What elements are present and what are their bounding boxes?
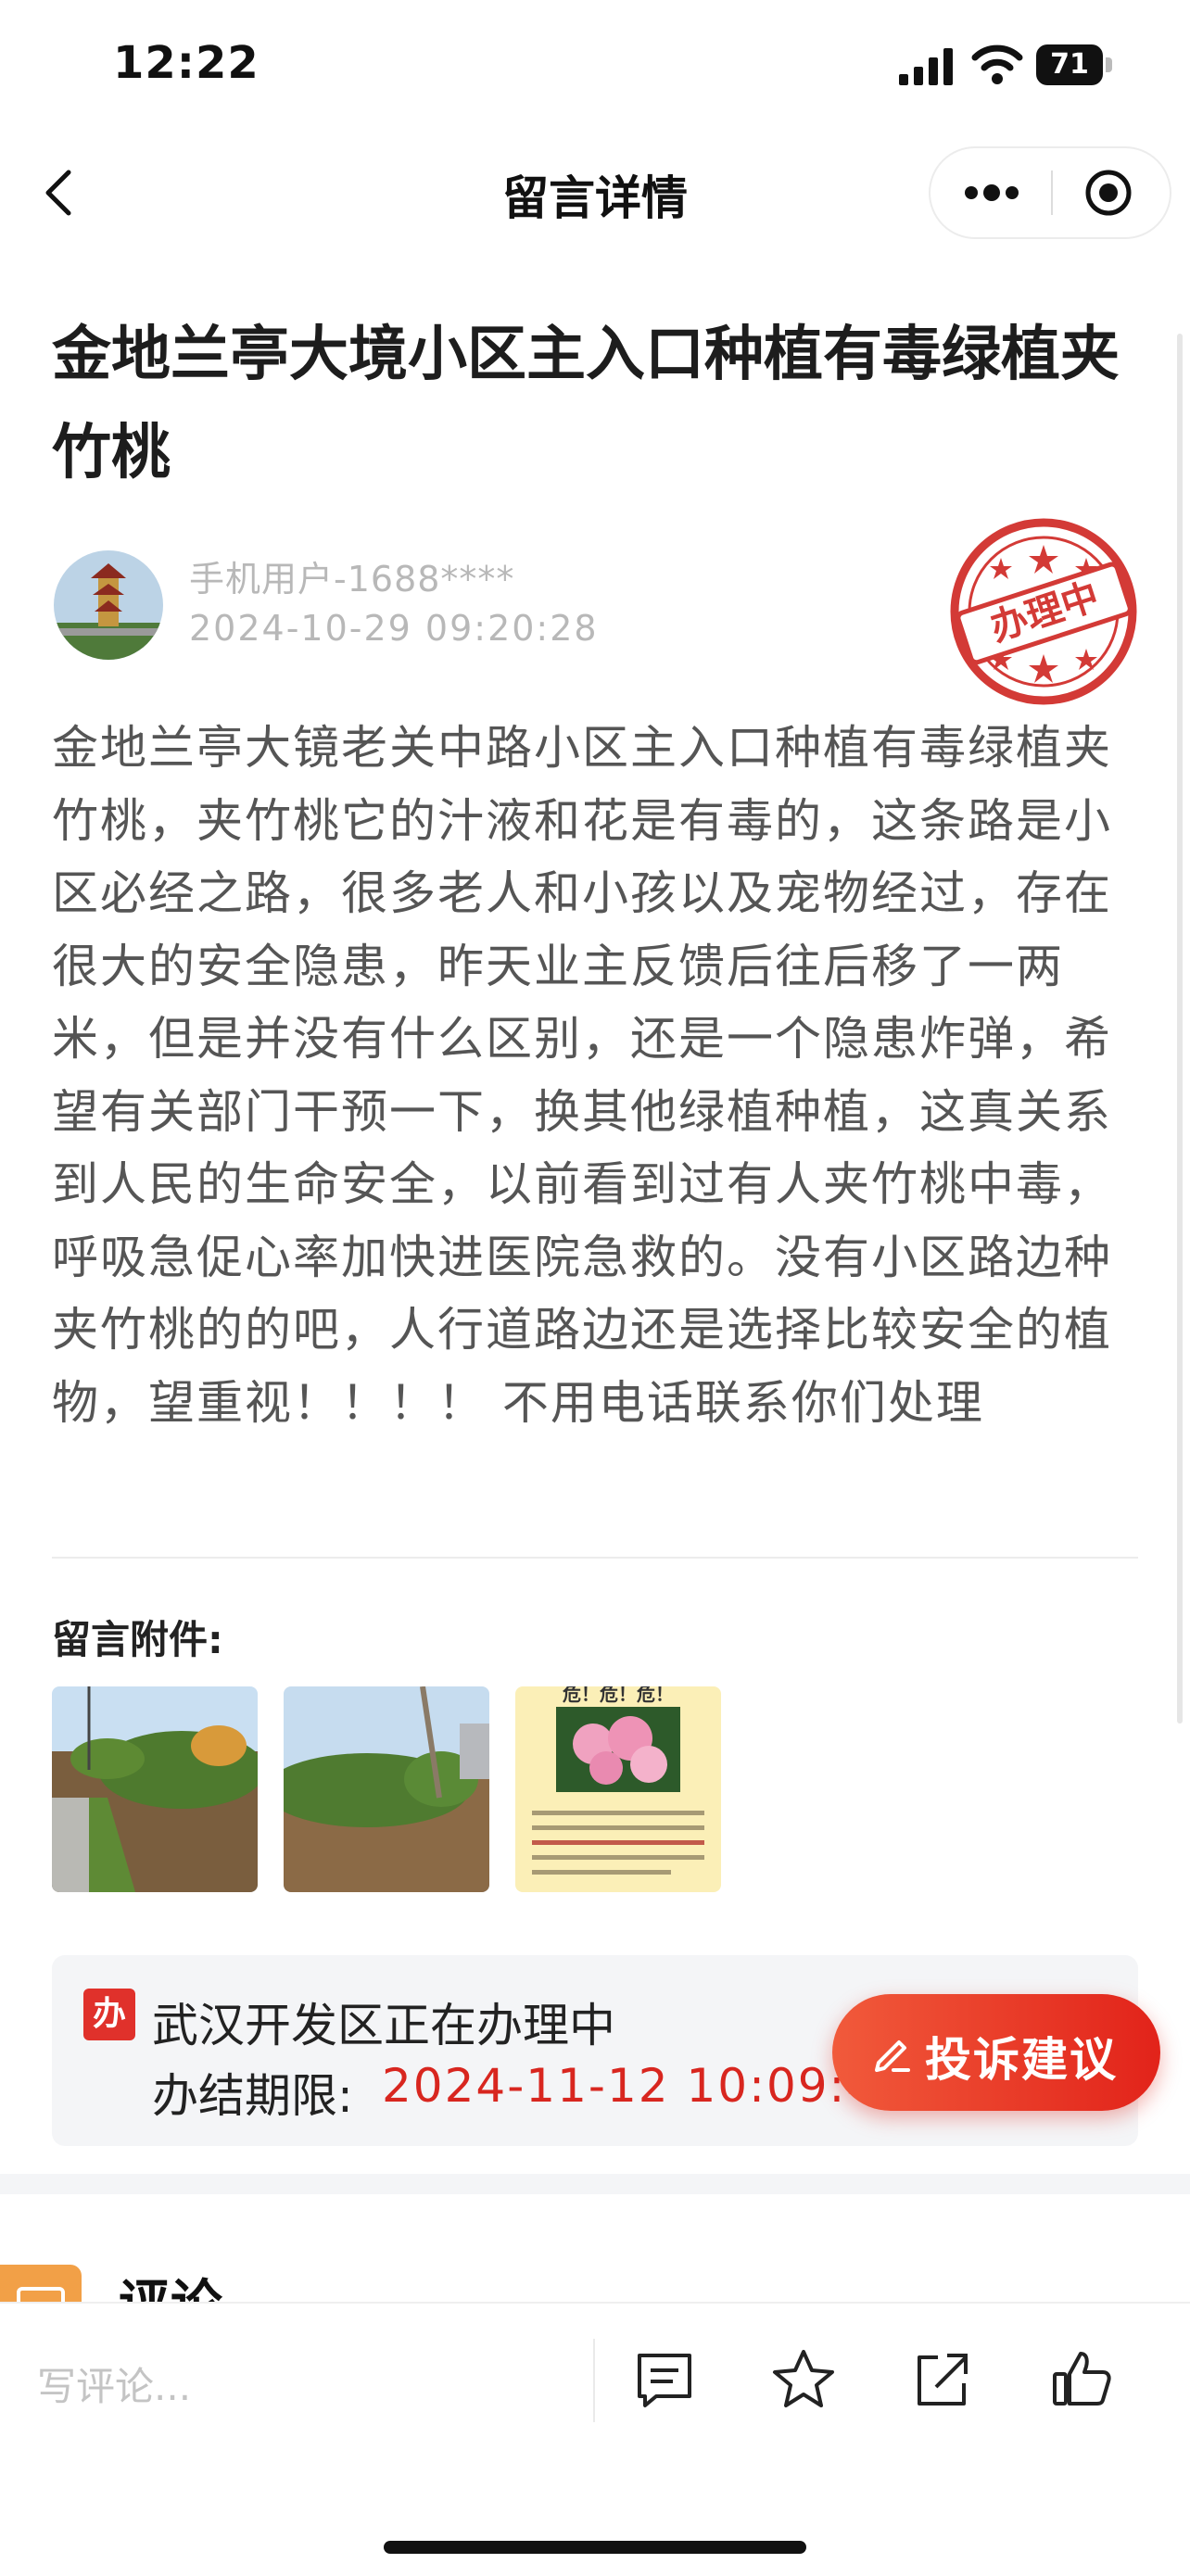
deadline-label: 办结期限: [152,2069,353,2123]
attachment-image-3[interactable]: 危！危！危！ [515,1686,721,1892]
divider [52,1557,1138,1559]
status-time: 12:22 [113,37,260,89]
scrollbar[interactable] [1177,334,1183,1724]
post-body: 金地兰亭大镜老关中路小区主入口种植有毒绿植夹竹桃，夹竹桃它的汁液和花是有毒的，这… [52,721,1112,1430]
attachment-image-2[interactable] [284,1686,489,1892]
handling-department: 武汉开发区正在办理中 [152,1999,615,2052]
more-options-icon[interactable] [962,176,1021,209]
battery-level: 71 [1050,48,1089,81]
attachments-label: 留言附件: [52,1617,223,1662]
user-avatar[interactable] [54,550,163,660]
comments-list-icon[interactable] [632,2346,697,2411]
share-icon[interactable] [910,2346,975,2411]
complaint-button-label: 投诉建议 [925,2033,1118,2087]
user-name: 手机用户-1688**** [189,559,515,600]
attachment-image-1[interactable] [52,1686,258,1892]
favorite-star-icon[interactable] [771,2346,836,2411]
home-indicator [384,2541,806,2554]
post-timestamp: 2024-10-29 09:20:28 [189,608,599,649]
capsule-divider [1051,170,1053,215]
close-miniprogram-icon[interactable] [1081,165,1136,221]
bottom-action-bar: 写评论... [0,2302,1190,2576]
edit-pen-icon [875,2040,910,2072]
complaint-suggestion-button[interactable]: 投诉建议 [832,1994,1160,2111]
battery-icon: 71 [1036,44,1114,85]
miniprogram-capsule [929,146,1171,239]
office-badge: 办 [83,1989,135,2040]
wifi-icon [971,44,1023,84]
section-gap [0,2174,1190,2194]
cellular-signal-icon [899,48,953,85]
comment-input[interactable]: 写评论... [37,2355,191,2412]
deadline-value: 2024-11-12 10:09:4 [382,2059,879,2113]
processing-stamp: 办理中 [947,515,1140,708]
post-title: 金地兰亭大境小区主入口种植有毒绿植夹竹桃 [52,321,1120,487]
like-thumbs-up-icon[interactable] [1049,2346,1114,2411]
bar-divider [593,2339,595,2422]
attachment-3-heading: 危！危！危！ [563,1686,674,1705]
